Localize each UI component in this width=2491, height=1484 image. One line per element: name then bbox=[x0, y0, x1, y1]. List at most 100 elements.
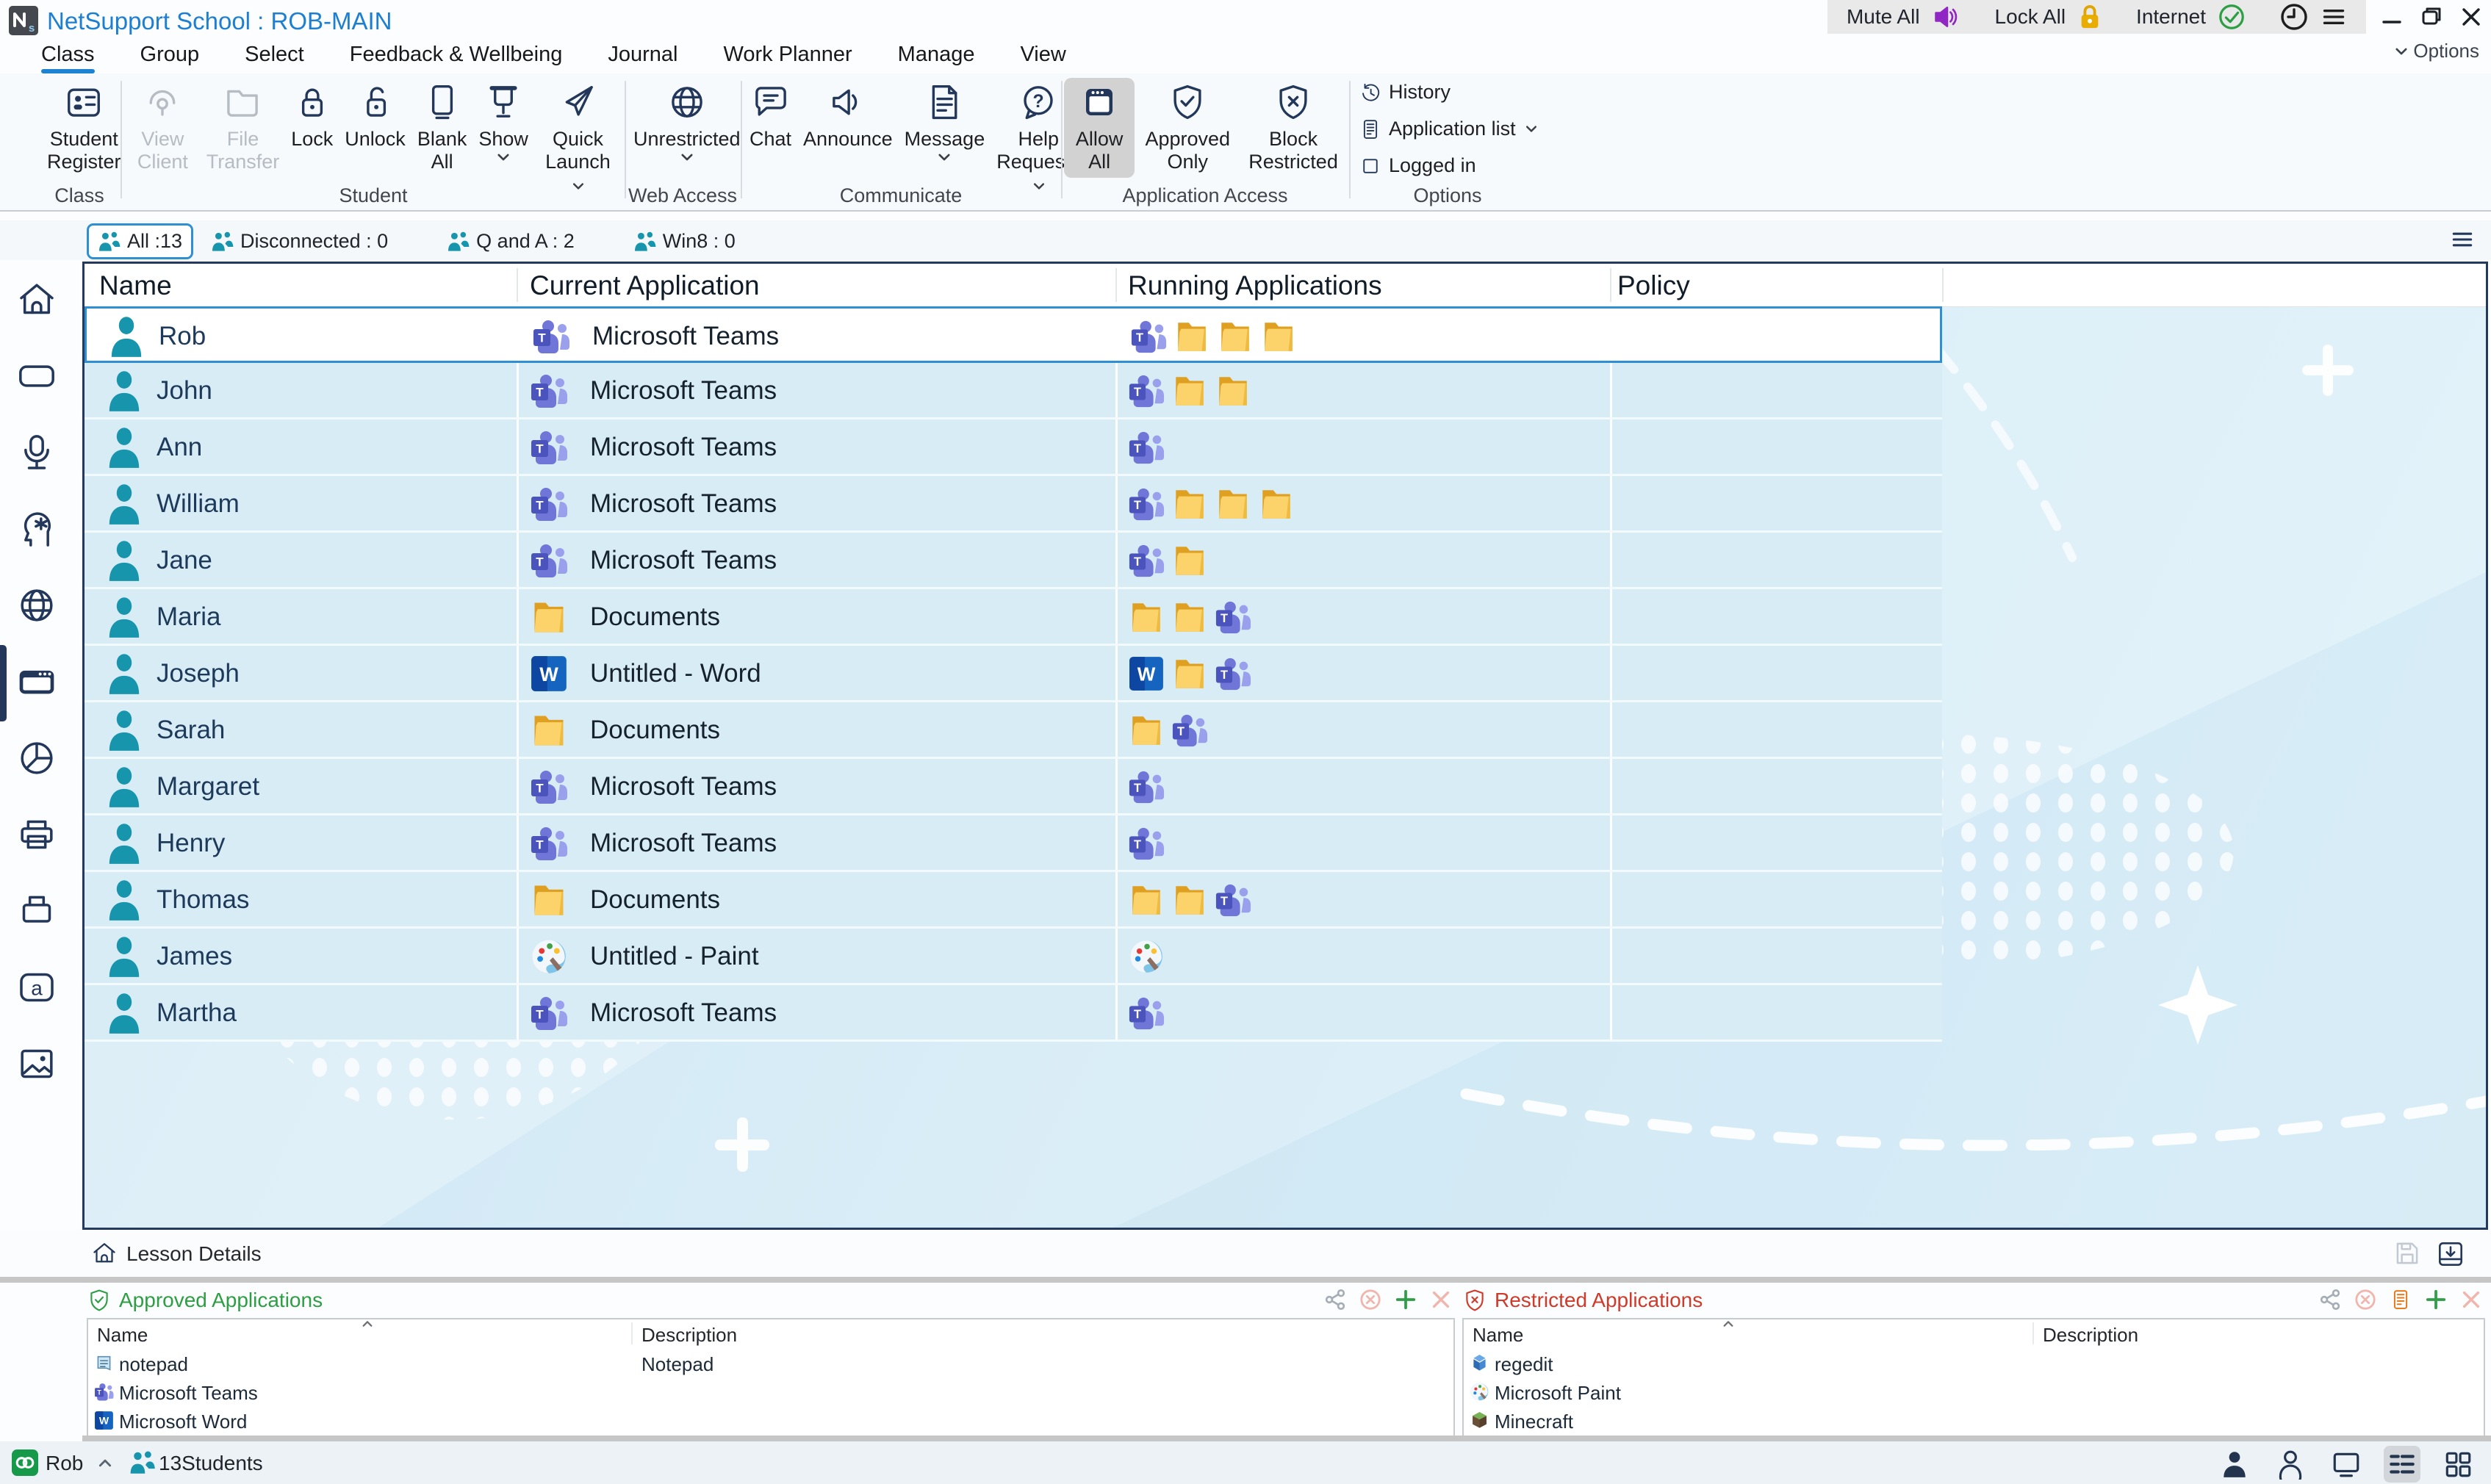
column-header-current-application[interactable]: Current Application bbox=[530, 270, 760, 301]
plus-icon[interactable] bbox=[1395, 1289, 1417, 1311]
unlock-button[interactable]: Unlock bbox=[339, 78, 411, 155]
lock-button[interactable]: Lock bbox=[285, 78, 339, 155]
column-header-policy[interactable]: Policy bbox=[1617, 270, 1690, 301]
sidebar-item-image[interactable] bbox=[16, 1043, 57, 1084]
ribbon-tab-class[interactable]: Class bbox=[41, 43, 95, 73]
menu-icon[interactable] bbox=[2321, 6, 2347, 28]
minimize-button[interactable] bbox=[2379, 4, 2404, 29]
lock-all-button[interactable]: Lock All bbox=[1995, 5, 2066, 29]
sidebar-item-printer[interactable] bbox=[16, 814, 57, 855]
ribbon-tab-group[interactable]: Group bbox=[140, 43, 200, 73]
filter-tab-disconnected-0[interactable]: Disconnected : 0 bbox=[202, 226, 397, 257]
sidebar-item-wellbeing[interactable] bbox=[16, 508, 57, 550]
student-row-henry[interactable]: HenryTMicrosoft TeamsT bbox=[85, 815, 1942, 872]
unrestricted-button[interactable]: Unrestricted bbox=[628, 78, 747, 167]
ribbon-tab-work-planner[interactable]: Work Planner bbox=[724, 43, 852, 73]
mute-all-button[interactable]: Mute All bbox=[1847, 5, 1920, 29]
filter-tab-q-and-a-2[interactable]: Q and A : 2 bbox=[438, 226, 583, 257]
application-row-regedit[interactable]: regedit bbox=[1464, 1349, 2484, 1377]
column-header-name[interactable]: Name bbox=[99, 270, 172, 301]
sidebar-item-pie[interactable] bbox=[16, 738, 57, 779]
folder-icon bbox=[530, 598, 568, 636]
history-option[interactable]: History bbox=[1359, 81, 1451, 104]
student-row-maria[interactable]: MariaDocumentsT bbox=[85, 589, 1942, 646]
application-row-microsoft-teams[interactable]: TMicrosoft Teams bbox=[88, 1377, 1453, 1405]
show-button[interactable]: Show bbox=[472, 78, 534, 167]
student-row-sarah[interactable]: SarahDocumentsT bbox=[85, 702, 1942, 759]
student-row-ann[interactable]: AnnTMicrosoft TeamsT bbox=[85, 419, 1942, 476]
application-row-microsoft-paint[interactable]: Microsoft Paint bbox=[1464, 1377, 2484, 1405]
announce-button[interactable]: Announce bbox=[797, 78, 899, 155]
share-icon[interactable] bbox=[1324, 1289, 1346, 1311]
sidebar-item-screen[interactable] bbox=[16, 356, 57, 397]
student-row-margaret[interactable]: MargaretTMicrosoft TeamsT bbox=[85, 759, 1942, 815]
message-button[interactable]: Message bbox=[899, 78, 991, 167]
ribbon-tab-select[interactable]: Select bbox=[245, 43, 304, 73]
internet-status-icon[interactable] bbox=[2218, 3, 2246, 31]
list-view-icon[interactable] bbox=[2384, 1446, 2420, 1483]
list-column-name[interactable]: Name bbox=[1473, 1324, 1523, 1347]
app-list-orange-icon[interactable] bbox=[2390, 1289, 2412, 1311]
person-outline-icon[interactable] bbox=[2272, 1446, 2309, 1483]
grid-view-icon[interactable] bbox=[2440, 1446, 2476, 1483]
list-column-description[interactable]: Description bbox=[641, 1324, 737, 1347]
quick-launch-button[interactable]: Quick Launch bbox=[534, 78, 622, 201]
student-row-rob[interactable]: RobTMicrosoft TeamsT bbox=[85, 306, 1942, 363]
speaker-icon[interactable] bbox=[1932, 4, 1961, 30]
column-header-running-applications[interactable]: Running Applications bbox=[1128, 270, 1382, 301]
student-register-button[interactable]: Student Register bbox=[41, 78, 127, 178]
sidebar-item-globe[interactable] bbox=[16, 585, 57, 626]
person-filled-icon[interactable] bbox=[2216, 1446, 2253, 1483]
ribbon-tab-view[interactable]: View bbox=[1020, 43, 1065, 73]
import-icon[interactable] bbox=[2437, 1240, 2465, 1268]
close-button[interactable] bbox=[2459, 4, 2484, 29]
application-list-option[interactable]: Application list bbox=[1359, 118, 1538, 140]
sidebar-item-device[interactable] bbox=[16, 890, 57, 932]
ribbon-tab-feedback-wellbeing[interactable]: Feedback & Wellbeing bbox=[350, 43, 563, 73]
student-row-james[interactable]: JamesUntitled - Paint bbox=[85, 929, 1942, 985]
options-toggle[interactable]: Options bbox=[2394, 40, 2479, 62]
sidebar-item-home[interactable] bbox=[16, 279, 57, 320]
share-icon[interactable] bbox=[2319, 1289, 2341, 1311]
sidebar-item-mic[interactable] bbox=[16, 432, 57, 473]
student-row-thomas[interactable]: ThomasDocumentsT bbox=[85, 872, 1942, 929]
internet-label[interactable]: Internet bbox=[2136, 5, 2206, 29]
lock-icon[interactable] bbox=[2077, 3, 2102, 31]
application-row-microsoft-word[interactable]: WMicrosoft Word bbox=[88, 1406, 1453, 1434]
block-restricted-button[interactable]: Block Restricted bbox=[1240, 78, 1346, 178]
plus-icon[interactable] bbox=[2425, 1289, 2447, 1311]
sidebar-item-apps[interactable] bbox=[16, 661, 57, 702]
circle-x-icon[interactable] bbox=[1359, 1289, 1381, 1311]
ribbon-tab-journal[interactable]: Journal bbox=[608, 43, 677, 73]
chat-button[interactable]: Chat bbox=[744, 78, 797, 155]
student-row-martha[interactable]: MarthaTMicrosoft TeamsT bbox=[85, 985, 1942, 1042]
allow-all-button[interactable]: Allow All bbox=[1064, 78, 1135, 178]
save-icon[interactable] bbox=[2394, 1240, 2420, 1267]
list-column-name[interactable]: Name bbox=[97, 1324, 148, 1347]
close-icon[interactable] bbox=[2460, 1289, 2482, 1311]
logged-in-option[interactable]: Logged in bbox=[1359, 154, 1476, 177]
application-row-notepad[interactable]: notepadNotepad bbox=[88, 1349, 1453, 1377]
filter-tab-win8-0[interactable]: Win8 : 0 bbox=[625, 226, 744, 257]
student-row-william[interactable]: WilliamTMicrosoft TeamsT bbox=[85, 476, 1942, 533]
student-row-jane[interactable]: JaneTMicrosoft TeamsT bbox=[85, 533, 1942, 589]
approved-only-button[interactable]: Approved Only bbox=[1135, 78, 1240, 178]
filter-tab-all-13[interactable]: All :13 bbox=[87, 223, 193, 259]
list-column-description[interactable]: Description bbox=[2043, 1324, 2138, 1347]
ribbon-tab-manage[interactable]: Manage bbox=[898, 43, 975, 73]
list-menu-icon[interactable] bbox=[2450, 229, 2475, 250]
student-row-john[interactable]: JohnTMicrosoft TeamsT bbox=[85, 363, 1942, 419]
student-name: Ann bbox=[157, 433, 202, 462]
restore-button[interactable] bbox=[2419, 4, 2444, 29]
status-user[interactable]: Rob bbox=[46, 1452, 83, 1475]
circle-x-icon[interactable] bbox=[2354, 1289, 2376, 1311]
ribbon-group-communicate: ChatAnnounceMessage?Help RequestsCommuni… bbox=[744, 73, 1058, 210]
sidebar-item-keyboard-a[interactable]: a bbox=[16, 967, 57, 1008]
chevron-up-icon[interactable] bbox=[97, 1458, 113, 1469]
student-row-joseph[interactable]: JosephWUntitled - WordWT bbox=[85, 646, 1942, 702]
application-row-minecraft[interactable]: Minecraft bbox=[1464, 1406, 2484, 1434]
clock-icon[interactable] bbox=[2279, 2, 2309, 32]
close-icon[interactable] bbox=[1430, 1289, 1452, 1311]
blank-all-button[interactable]: Blank All bbox=[411, 78, 473, 178]
monitor-icon[interactable] bbox=[2328, 1446, 2365, 1483]
